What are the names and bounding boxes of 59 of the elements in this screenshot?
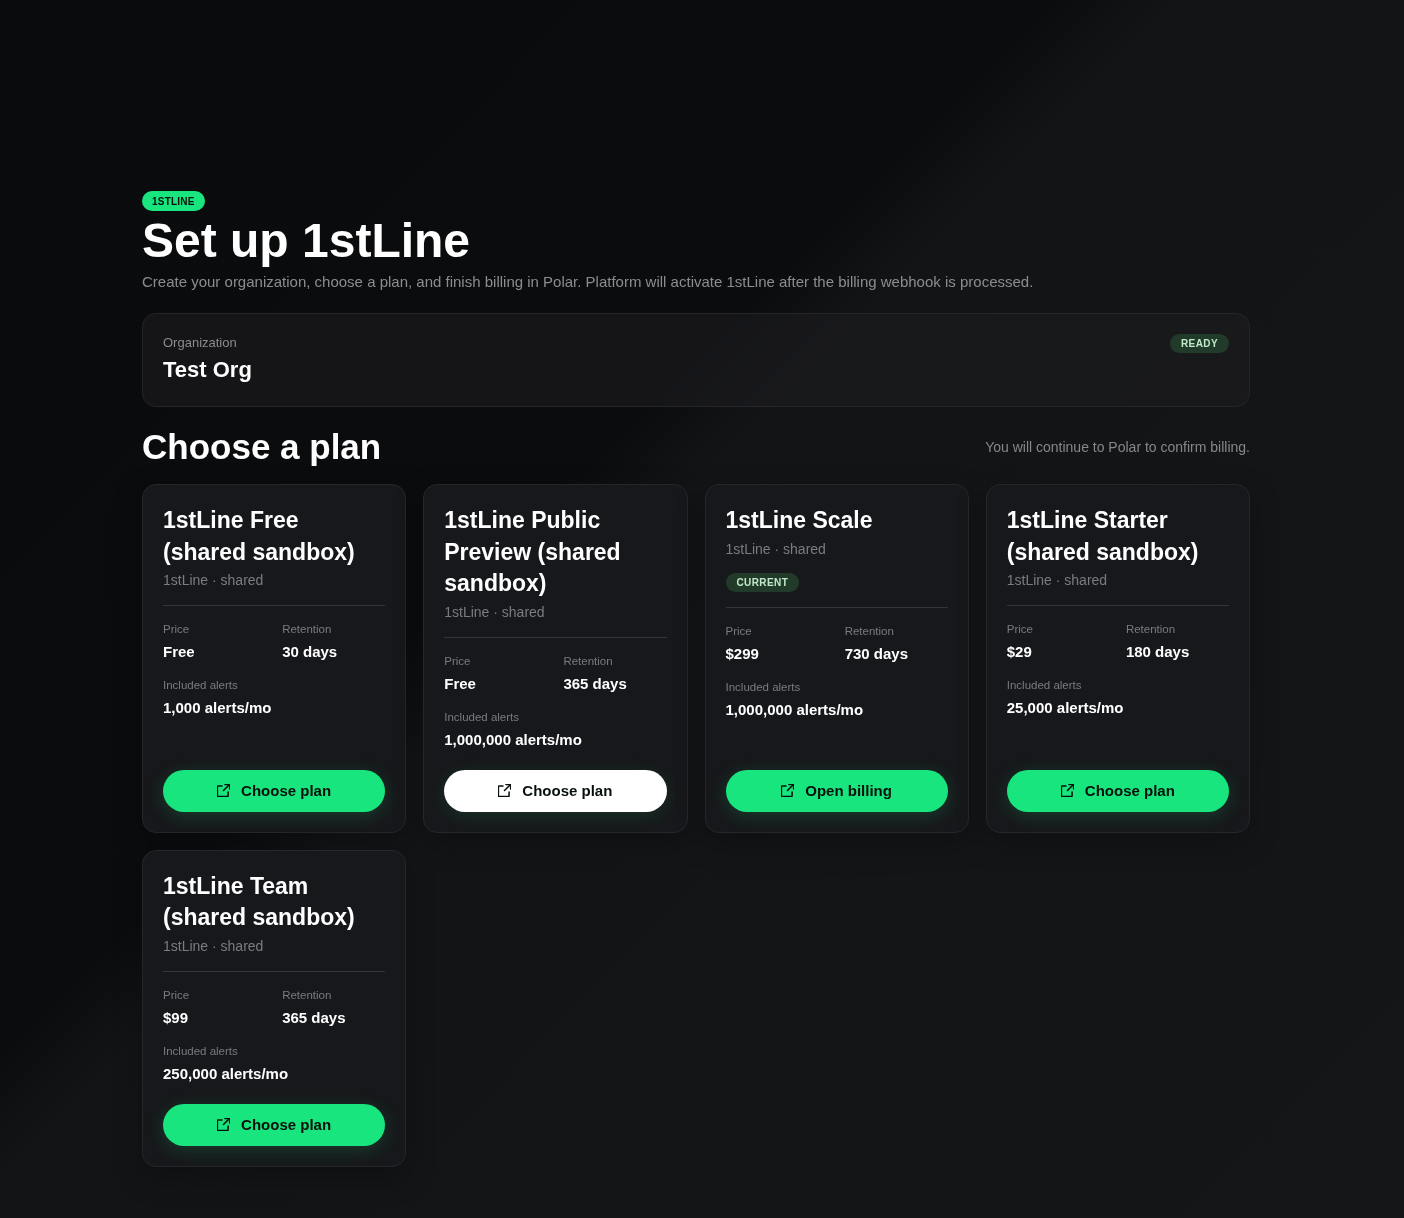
- stat-value: 365 days: [282, 1007, 346, 1028]
- plan-button[interactable]: Choose plan: [163, 1103, 386, 1146]
- stat-label: Included alerts: [1006, 678, 1082, 693]
- stat-label: Included alerts: [444, 709, 520, 725]
- stat-value: 365 days: [563, 673, 627, 694]
- external-link-icon: [217, 784, 231, 797]
- stat-value: 1,000,000 alerts/mo: [444, 729, 582, 750]
- stat-value: $29: [1006, 642, 1032, 662]
- status-badge: READY: [1170, 334, 1229, 353]
- plan-name: 1stLine Starter (shared sandbox): [1006, 506, 1200, 567]
- plan-name: 1stLine Free (shared sandbox): [163, 506, 356, 567]
- stat-label: Included alerts: [725, 679, 801, 695]
- stat-value: $299: [725, 643, 759, 664]
- stat-value: 730 days: [844, 643, 908, 664]
- plan-button[interactable]: Open billing: [725, 769, 948, 812]
- org-name: Test Org: [163, 356, 252, 384]
- stat-label: Retention: [844, 623, 894, 639]
- stat-label: Retention: [563, 653, 613, 669]
- plan-button[interactable]: Choose plan: [1006, 769, 1229, 812]
- plan-meta: 1stLine · shared: [725, 539, 826, 559]
- stat-value: 180 days: [1125, 642, 1190, 662]
- stat-label: Price: [163, 987, 190, 1003]
- plan-name: 1stLine Public Preview (shared sandbox): [444, 506, 622, 598]
- plan-name: 1stLine Scale: [725, 506, 873, 535]
- stat-label: Retention: [282, 622, 332, 637]
- stat-label: Price: [444, 653, 471, 669]
- stat-label: Retention: [282, 987, 332, 1003]
- page-subtitle: Create your organization, choose a plan, and finish billing in Polar. Platform will activate 1stLine after the billing webhook is processed.: [142, 272, 1034, 292]
- plan-meta: 1stLine · shared: [163, 571, 264, 590]
- external-link-icon: [498, 784, 512, 797]
- stat-label: Included alerts: [163, 678, 238, 693]
- stat-value: 25,000 alerts/mo: [1006, 698, 1124, 718]
- plan-button[interactable]: Choose plan: [163, 769, 386, 812]
- plan-meta: 1stLine · shared: [444, 602, 545, 622]
- stat-label: Price: [1006, 622, 1033, 637]
- current-badge: CURRENT: [725, 572, 800, 592]
- stat-value: 30 days: [282, 642, 338, 662]
- stat-label: Price: [725, 623, 752, 639]
- stat-value: Free: [163, 642, 195, 662]
- stat-label: Included alerts: [163, 1043, 238, 1059]
- external-link-icon: [781, 784, 795, 797]
- stat-label: Price: [163, 622, 190, 637]
- stat-value: Free: [444, 673, 476, 694]
- stat-value: 1,000 alerts/mo: [163, 698, 272, 718]
- billing-note: You will continue to Polar to confirm billing.: [985, 439, 1250, 455]
- stat-value: 1,000,000 alerts/mo: [725, 699, 864, 720]
- stat-label: Retention: [1125, 622, 1176, 637]
- external-link-icon: [1060, 784, 1074, 797]
- section-heading: Choose a plan: [142, 427, 382, 467]
- stat-value: 250,000 alerts/mo: [163, 1063, 289, 1084]
- plan-meta: 1stLine · shared: [1006, 571, 1108, 590]
- plan-name: 1stLine Team (shared sandbox): [163, 871, 356, 932]
- page-title: Set up 1stLine: [142, 214, 471, 268]
- plan-button[interactable]: Choose plan: [444, 769, 667, 812]
- brand-badge: 1STLINE: [142, 191, 205, 211]
- plan-meta: 1stLine · shared: [163, 936, 264, 956]
- external-link-icon: [217, 1118, 231, 1131]
- stat-value: $99: [163, 1007, 189, 1028]
- org-label: Organization: [163, 334, 238, 352]
